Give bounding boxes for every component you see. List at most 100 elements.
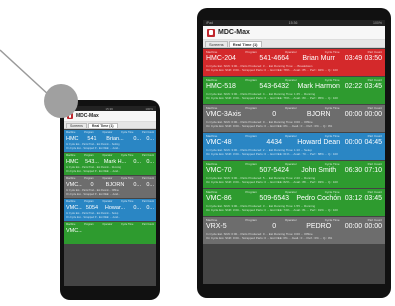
row-column-headers: Machine Program Operator Cycle Time Part Cou… xyxy=(66,177,154,181)
program-number: 0 xyxy=(90,182,94,188)
column-header: Part Count xyxy=(142,131,154,134)
machine-row[interactable]: Machine Program Operator Cycle Time Part Cou… xyxy=(203,49,385,76)
column-header: Machine xyxy=(206,218,218,222)
operator-name: Mark Harmon xyxy=(297,83,340,90)
phone-screen: iPad 15:36 100% MDC-Max Screens Real Tim… xyxy=(64,106,156,286)
app-title: MDC-Max xyxy=(76,113,99,119)
column-header: Program xyxy=(84,177,94,180)
column-header: Cycle Time xyxy=(120,200,134,203)
column-header: Cycle Time xyxy=(324,78,340,82)
column-header: Part Count xyxy=(142,223,154,226)
row-values: HMC 541 Brian... 0... 0... xyxy=(66,135,154,143)
part-time: 0... xyxy=(146,182,154,188)
column-header: Operator xyxy=(102,131,113,134)
tablet-screen: iPad 15:36 100% MDC-Max Screens Real Tim… xyxy=(203,20,385,284)
machine-row[interactable]: Machine Program Operator Cycle Time Part Cou… xyxy=(203,189,385,216)
cycle-time: 03:49 xyxy=(344,55,363,62)
column-header: Cycle Time xyxy=(324,50,340,54)
operator-name: Pedro Cochón xyxy=(296,195,342,202)
operator-name: Brian Murr xyxy=(302,55,336,62)
column-header: Operator xyxy=(284,134,297,138)
column-header: Cycle Time xyxy=(120,223,134,226)
column-header: Operator xyxy=(284,78,297,82)
row-column-headers: Machine Program Operator Cycle Time Part Cou… xyxy=(66,154,154,158)
row-values: HMC 543... Mark H... 0... 0... xyxy=(66,158,154,166)
column-header: Part Count xyxy=(367,162,382,166)
machine-row[interactable]: Machine Program Operator Cycle Time Part Cou… xyxy=(64,222,156,244)
machine-row[interactable]: Machine Program Operator Cycle Time Part Cou… xyxy=(64,153,156,175)
row-detail-line: On Cycle Est. Shift: 3:00... Scrapped Pa… xyxy=(206,152,338,156)
column-header: Part Count xyxy=(367,134,382,138)
machine-name: VMC... xyxy=(66,228,82,234)
column-header: Machine xyxy=(206,134,218,138)
machine-name: HMC xyxy=(66,159,79,165)
row-values: VRX-5 0 PEDRO 00:00 00:00 xyxy=(206,222,382,232)
column-header: Operator xyxy=(284,106,297,110)
column-header: Part Count xyxy=(142,154,154,157)
program-number: 543... xyxy=(85,159,99,165)
part-time: 07:10 xyxy=(364,167,382,174)
machine-row[interactable]: Machine Program Operator Cycle Time Part Cou… xyxy=(203,77,385,104)
row-detail-line: On Cycle Est. Shift: 0:00... Scrapped Pa… xyxy=(206,236,333,240)
row-column-headers: Machine Program Operator Cycle Time Part Cou… xyxy=(66,131,154,135)
column-header: Cycle Time xyxy=(324,190,340,194)
cycle-time: 0... xyxy=(133,205,141,211)
phone-device: iPad 15:36 100% MDC-Max Screens Real Tim… xyxy=(60,100,160,300)
row-column-headers: Machine Program Operator Cycle Time Part Cou… xyxy=(206,134,382,138)
zoom-indicator xyxy=(44,84,78,118)
program-number: 0 xyxy=(272,111,277,118)
tab-screens[interactable]: Screens xyxy=(205,41,228,47)
cycle-time: 00:00 xyxy=(344,111,363,118)
machine-row[interactable]: Machine Program Operator Cycle Time Part Cou… xyxy=(64,130,156,152)
tab-real-time[interactable]: Real Time (1) xyxy=(228,41,262,47)
column-header: Machine xyxy=(66,154,76,157)
column-header: Machine xyxy=(206,78,218,82)
cycle-time: 03:12 xyxy=(344,195,363,202)
column-header: Cycle Time xyxy=(324,106,340,110)
row-column-headers: Machine Program Operator Cycle Time Part Cou… xyxy=(66,200,154,204)
tab-screens[interactable]: Screens xyxy=(66,123,87,128)
column-header: Program xyxy=(245,50,257,54)
row-values: VMC-70 507-5424 John Smith 06:30 07:10 xyxy=(206,166,382,176)
operator-name: John Smith xyxy=(301,167,337,174)
column-header: Part Count xyxy=(367,218,382,222)
column-header: Operator xyxy=(284,50,297,54)
machine-row[interactable]: Machine Program Operator Cycle Time Part Cou… xyxy=(203,133,385,160)
machine-name: VMC... xyxy=(66,205,82,211)
operator-name: PEDRO xyxy=(306,223,332,230)
part-time: 00:00 xyxy=(364,111,382,118)
tab-bar: Screens Real Time (1) xyxy=(64,122,156,129)
row-values: VMC-86 509-6543 Pedro Cochón 03:12 03:45 xyxy=(206,194,382,204)
row-detail-line: On Cycle Est... Scrapped P... Est OEE: .… xyxy=(66,147,120,150)
row-detail-line: On Cycle Est. Shift: 3:00... Scrapped Pa… xyxy=(206,68,338,72)
machine-row[interactable]: Machine Program Operator Cycle Time Part Cou… xyxy=(203,161,385,188)
row-column-headers: Machine Program Operator Cycle Time Part Cou… xyxy=(66,223,154,227)
machine-name: VMC-3Axis xyxy=(206,111,242,118)
column-header: Program xyxy=(245,78,257,82)
row-column-headers: Machine Program Operator Cycle Time Part Cou… xyxy=(206,162,382,166)
operator-name: BJORN xyxy=(306,111,331,118)
part-time: 03:50 xyxy=(364,55,382,62)
part-time: 03:45 xyxy=(364,195,382,202)
program-number: 4434 xyxy=(266,139,282,146)
machine-row[interactable]: Machine Program Operator Cycle Time Part Cou… xyxy=(64,199,156,221)
machine-row[interactable]: Machine Program Operator Cycle Time Part Cou… xyxy=(64,176,156,198)
part-time: 00:00 xyxy=(364,223,382,230)
tab-real-time[interactable]: Real Time (1) xyxy=(87,123,118,128)
cycle-time: 00:00 xyxy=(344,139,363,146)
machine-row[interactable]: Machine Program Operator Cycle Time Part Cou… xyxy=(203,105,385,132)
column-header: Part Count xyxy=(367,78,382,82)
cycle-time: 06:30 xyxy=(344,167,363,174)
mdc-logo-icon xyxy=(207,28,215,37)
row-values: HMC-204 541-4664 Brian Murr 03:49 03:50 xyxy=(206,54,382,64)
column-header: Part Count xyxy=(367,50,382,54)
column-header: Part Count xyxy=(367,106,382,110)
row-detail-line: On Cycle Est... Scrapped P... Est OEE: .… xyxy=(66,216,120,219)
row-column-headers: Machine Program Operator Cycle Time Part Cou… xyxy=(206,106,382,110)
column-header: Cycle Time xyxy=(120,177,134,180)
column-header: Cycle Time xyxy=(120,154,134,157)
column-header: Program xyxy=(245,218,257,222)
row-detail-line: On Cycle Est. Shift: 3:00... Scrapped Pa… xyxy=(206,208,338,212)
machine-row[interactable]: Machine Program Operator Cycle Time Part Cou… xyxy=(203,217,385,244)
program-number: 507-5424 xyxy=(259,167,290,174)
